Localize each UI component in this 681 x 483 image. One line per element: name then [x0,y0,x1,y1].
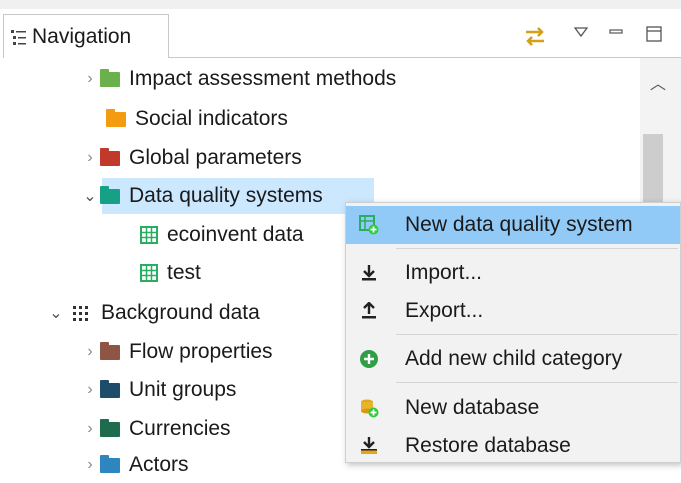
minimize-icon[interactable] [608,24,624,40]
chevron-right-icon[interactable]: › [80,420,100,438]
scroll-up-icon[interactable]: ︿ [650,70,666,94]
add-category-icon [359,349,379,369]
tree-item-social-indicators[interactable]: Social indicators [100,101,288,137]
dq-system-icon [140,226,158,244]
folder-icon [100,147,120,166]
tree-item-label: Impact assessment methods [129,67,397,90]
tree-item-data-quality-systems[interactable]: ⌄ Data quality systems [80,178,323,214]
menu-item-import[interactable]: Import... [346,254,680,292]
chevron-right-icon[interactable]: › [80,343,100,361]
tree-item-test[interactable]: test [140,255,201,291]
folder-icon [100,418,120,437]
chevron-down-icon[interactable]: ⌄ [46,303,66,323]
navigation-tree-icon [11,29,26,45]
tree-item-global-parameters[interactable]: › Global parameters [80,140,302,176]
window-top-strip [0,0,681,9]
menu-item-label: Export... [405,299,484,322]
background-data-icon [73,306,88,321]
tab-label: Navigation [32,24,132,48]
context-menu: New data quality system Import... Export… [345,202,681,463]
menu-item-new-data-quality-system[interactable]: New data quality system [346,206,680,244]
folder-icon [100,341,120,360]
folder-icon [106,108,126,127]
export-icon [359,301,379,321]
menu-item-label: Import... [405,261,483,284]
tree-item-label: Unit groups [129,378,237,401]
folder-icon [100,379,120,398]
folder-icon [100,68,120,87]
view-menu-icon[interactable] [574,26,588,38]
menu-item-label: Restore database [405,434,571,457]
tree-item-label: Social indicators [135,107,288,130]
chevron-right-icon[interactable]: › [80,149,100,167]
chevron-down-icon[interactable]: ⌄ [80,186,100,206]
chevron-right-icon[interactable]: › [80,70,100,88]
tree-item-flow-properties[interactable]: › Flow properties [80,334,273,370]
restore-database-icon [359,436,379,456]
maximize-icon[interactable] [645,25,663,43]
tree-item-label: test [167,261,201,284]
tree-item-ecoinvent-data[interactable]: ecoinvent data [140,217,304,253]
tree-item-unit-groups[interactable]: › Unit groups [80,372,236,408]
chevron-right-icon[interactable]: › [80,381,100,399]
tree-item-label: Background data [101,301,260,324]
tree-item-label: Global parameters [129,146,302,169]
menu-item-add-new-child-category[interactable]: Add new child category [346,340,680,378]
folder-icon [100,454,120,473]
tree-item-actors[interactable]: › Actors [80,447,189,483]
link-with-editor-icon[interactable] [522,24,548,50]
tree-item-label: Data quality systems [129,184,323,207]
tree-item-label: Flow properties [129,340,273,363]
menu-item-label: New data quality system [405,213,633,236]
menu-item-restore-database[interactable]: Restore database [346,427,680,465]
new-dq-system-icon [359,215,379,235]
tree-item-label: Currencies [129,417,231,440]
import-icon [359,263,379,283]
tree-item-currencies[interactable]: › Currencies [80,411,231,447]
chevron-right-icon[interactable]: › [80,456,100,474]
new-database-icon [359,398,379,418]
tree-item-background-data[interactable]: ⌄ Background data [46,295,260,331]
tree-item-label: ecoinvent data [167,223,304,246]
dq-system-icon [140,264,158,282]
menu-item-new-database[interactable]: New database [346,389,680,427]
tree-item-label: Actors [129,453,189,476]
menu-separator [396,334,678,335]
tree-item-impact-assessment-methods[interactable]: › Impact assessment methods [80,61,396,97]
menu-separator [396,382,678,383]
menu-separator [396,248,678,249]
tab-navigation[interactable]: Navigation [3,14,169,58]
menu-item-label: New database [405,396,540,419]
folder-icon [100,185,120,204]
menu-item-export[interactable]: Export... [346,292,680,330]
menu-item-label: Add new child category [405,347,623,370]
